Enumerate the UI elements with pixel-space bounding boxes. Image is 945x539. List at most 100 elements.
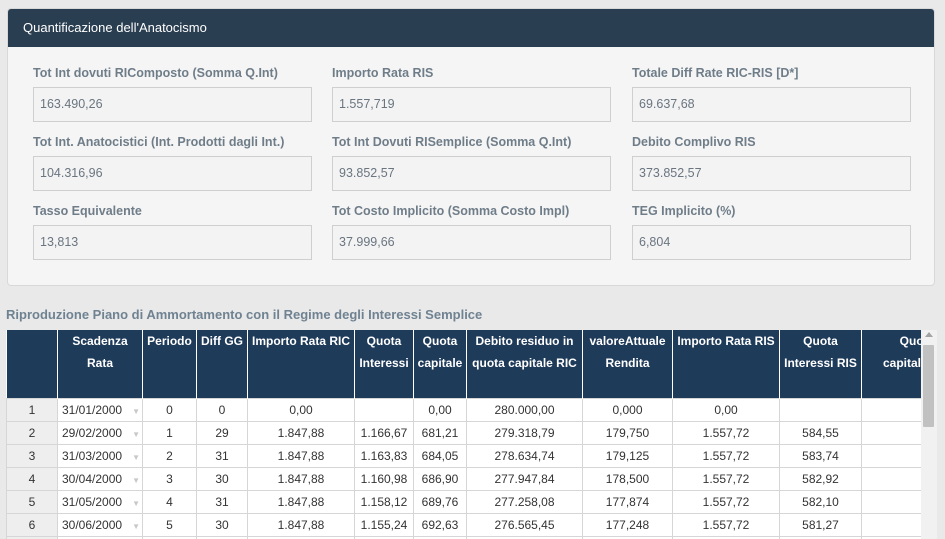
table-cell[interactable]: 30 — [196, 467, 248, 491]
table-cell[interactable]: 31 — [196, 444, 248, 468]
table-cell[interactable]: 975,62 — [861, 490, 921, 514]
table-cell[interactable]: 178,500 — [582, 467, 673, 491]
column-header-8[interactable]: valoreAttuale Rendita — [582, 330, 673, 399]
tot-int-ris-field[interactable]: 93.852,57 — [332, 156, 611, 191]
table-cell[interactable]: 0,00 — [413, 398, 467, 422]
chevron-down-icon[interactable]: ▼ — [132, 453, 140, 462]
column-header-11[interactable]: Quota capitale RIS — [861, 330, 921, 399]
tot-int-ric-field[interactable]: 163.490,26 — [33, 87, 312, 122]
table-cell[interactable]: 0,00 — [247, 398, 355, 422]
tasso-equivalente-field[interactable]: 13,813 — [33, 225, 312, 260]
importo-rata-ris-field[interactable]: 1.557,719 — [332, 87, 611, 122]
table-row[interactable]: 5 31/05/2000 ▼ 4 31 1.847,88 1.158,12 689,76 277… — [6, 490, 921, 514]
table-cell[interactable]: 2 — [142, 444, 197, 468]
table-cell[interactable]: 29/02/2000 ▼ — [57, 421, 143, 445]
tot-costo-implicito-field[interactable]: 37.999,66 — [332, 225, 611, 260]
table-cell[interactable]: 692,63 — [413, 513, 467, 537]
debito-complivo-field[interactable]: 373.852,57 — [632, 156, 911, 191]
table-cell[interactable]: 30/06/2000 ▼ — [57, 513, 143, 537]
table-cell[interactable]: 0 — [196, 398, 248, 422]
table-cell[interactable]: 3 — [142, 467, 197, 491]
chevron-down-icon[interactable]: ▼ — [132, 522, 140, 531]
table-cell[interactable]: 277.258,08 — [466, 490, 583, 514]
table-cell[interactable]: 179,125 — [582, 444, 673, 468]
table-cell[interactable]: 1.557,72 — [672, 513, 780, 537]
table-cell[interactable]: 1.158,12 — [354, 490, 414, 514]
table-cell[interactable]: 0,000 — [582, 398, 673, 422]
table-cell[interactable]: 976,45 — [861, 513, 921, 537]
table-row[interactable]: 4 30/04/2000 ▼ 3 30 1.847,88 1.160,98 686,90 277… — [6, 467, 921, 491]
amortization-table-container[interactable]: Scadenza Rata Periodo Diff GG Importo Rata R… — [6, 330, 921, 539]
table-cell[interactable] — [861, 398, 921, 422]
table-cell[interactable]: 582,10 — [779, 490, 862, 514]
scrollbar-thumb[interactable] — [923, 345, 934, 427]
column-header-1[interactable]: Scadenza Rata — [57, 330, 143, 399]
column-header-7[interactable]: Debito residuo in quota capitale RIC — [466, 330, 583, 399]
table-cell[interactable]: 30 — [196, 513, 248, 537]
tot-int-anatocistici-field[interactable]: 104.316,96 — [33, 156, 312, 191]
table-cell[interactable]: 179,750 — [582, 421, 673, 445]
table-cell[interactable]: 973,98 — [861, 444, 921, 468]
column-header-4[interactable]: Importo Rata RIC — [247, 330, 355, 399]
table-cell[interactable]: 31/03/2000 ▼ — [57, 444, 143, 468]
teg-implicito-field[interactable]: 6,804 — [632, 225, 911, 260]
table-cell[interactable]: 277.947,84 — [466, 467, 583, 491]
table-cell[interactable]: 29 — [196, 421, 248, 445]
table-row[interactable]: 1 31/01/2000 ▼ 0 0 0,00 0,00 280.000,00 0,000 0,0… — [6, 398, 921, 422]
table-row[interactable]: 3 31/03/2000 ▼ 2 31 1.847,88 1.163,83 684,05 278… — [6, 444, 921, 468]
table-cell[interactable]: 689,76 — [413, 490, 467, 514]
table-cell[interactable] — [779, 398, 862, 422]
table-cell[interactable]: 1.847,88 — [247, 467, 355, 491]
column-header-6[interactable]: Quota capitale — [413, 330, 467, 399]
table-cell[interactable]: 4 — [142, 490, 197, 514]
table-cell[interactable]: 1.847,88 — [247, 490, 355, 514]
table-cell[interactable]: 0 — [142, 398, 197, 422]
table-cell[interactable]: 686,90 — [413, 467, 467, 491]
chevron-down-icon[interactable]: ▼ — [132, 499, 140, 508]
table-cell[interactable]: 1.557,72 — [672, 444, 780, 468]
chevron-down-icon[interactable]: ▼ — [132, 430, 140, 439]
table-cell[interactable]: 583,74 — [779, 444, 862, 468]
table-cell[interactable]: 1 — [142, 421, 197, 445]
table-cell[interactable]: 1.160,98 — [354, 467, 414, 491]
table-cell[interactable]: 1.847,88 — [247, 444, 355, 468]
table-cell[interactable]: 5 — [142, 513, 197, 537]
table-row[interactable]: 6 30/06/2000 ▼ 5 30 1.847,88 1.155,24 692,63 276… — [6, 513, 921, 537]
table-cell[interactable]: 1.847,88 — [247, 421, 355, 445]
table-cell[interactable]: 1.155,24 — [354, 513, 414, 537]
table-cell[interactable]: 681,21 — [413, 421, 467, 445]
table-row[interactable]: 2 29/02/2000 ▼ 1 29 1.847,88 1.166,67 681,21 279… — [6, 421, 921, 445]
table-cell[interactable]: 280.000,00 — [466, 398, 583, 422]
table-cell[interactable]: 973,17 — [861, 421, 921, 445]
table-cell[interactable]: 31 — [196, 490, 248, 514]
column-header-2[interactable]: Periodo — [142, 330, 197, 399]
table-cell[interactable]: 279.318,79 — [466, 421, 583, 445]
column-header-3[interactable]: Diff GG — [196, 330, 248, 399]
table-cell[interactable]: 0,00 — [672, 398, 780, 422]
column-header-10[interactable]: Quota Interessi RIS — [779, 330, 862, 399]
table-cell[interactable]: 177,874 — [582, 490, 673, 514]
table-cell[interactable] — [354, 398, 414, 422]
table-cell[interactable]: 974,80 — [861, 467, 921, 491]
table-cell[interactable]: 31/05/2000 ▼ — [57, 490, 143, 514]
table-cell[interactable]: 581,27 — [779, 513, 862, 537]
table-cell[interactable]: 1.557,72 — [672, 490, 780, 514]
chevron-down-icon[interactable]: ▼ — [132, 476, 140, 485]
table-cell[interactable]: 684,05 — [413, 444, 467, 468]
column-header-0[interactable] — [6, 330, 58, 399]
totale-diff-rate-field[interactable]: 69.637,68 — [632, 87, 911, 122]
table-cell[interactable]: 582,92 — [779, 467, 862, 491]
table-cell[interactable]: 1.847,88 — [247, 513, 355, 537]
table-cell[interactable]: 30/04/2000 ▼ — [57, 467, 143, 491]
table-cell[interactable]: 1.557,72 — [672, 467, 780, 491]
table-cell[interactable]: 278.634,74 — [466, 444, 583, 468]
column-header-5[interactable]: Quota Interessi — [354, 330, 414, 399]
scroll-up-icon[interactable] — [925, 332, 933, 337]
table-cell[interactable]: 276.565,45 — [466, 513, 583, 537]
table-cell[interactable]: 177,248 — [582, 513, 673, 537]
table-cell[interactable]: 1.166,67 — [354, 421, 414, 445]
table-cell[interactable]: 31/01/2000 ▼ — [57, 398, 143, 422]
column-header-9[interactable]: Importo Rata RIS — [672, 330, 780, 399]
table-cell[interactable]: 584,55 — [779, 421, 862, 445]
chevron-down-icon[interactable]: ▼ — [132, 407, 140, 416]
